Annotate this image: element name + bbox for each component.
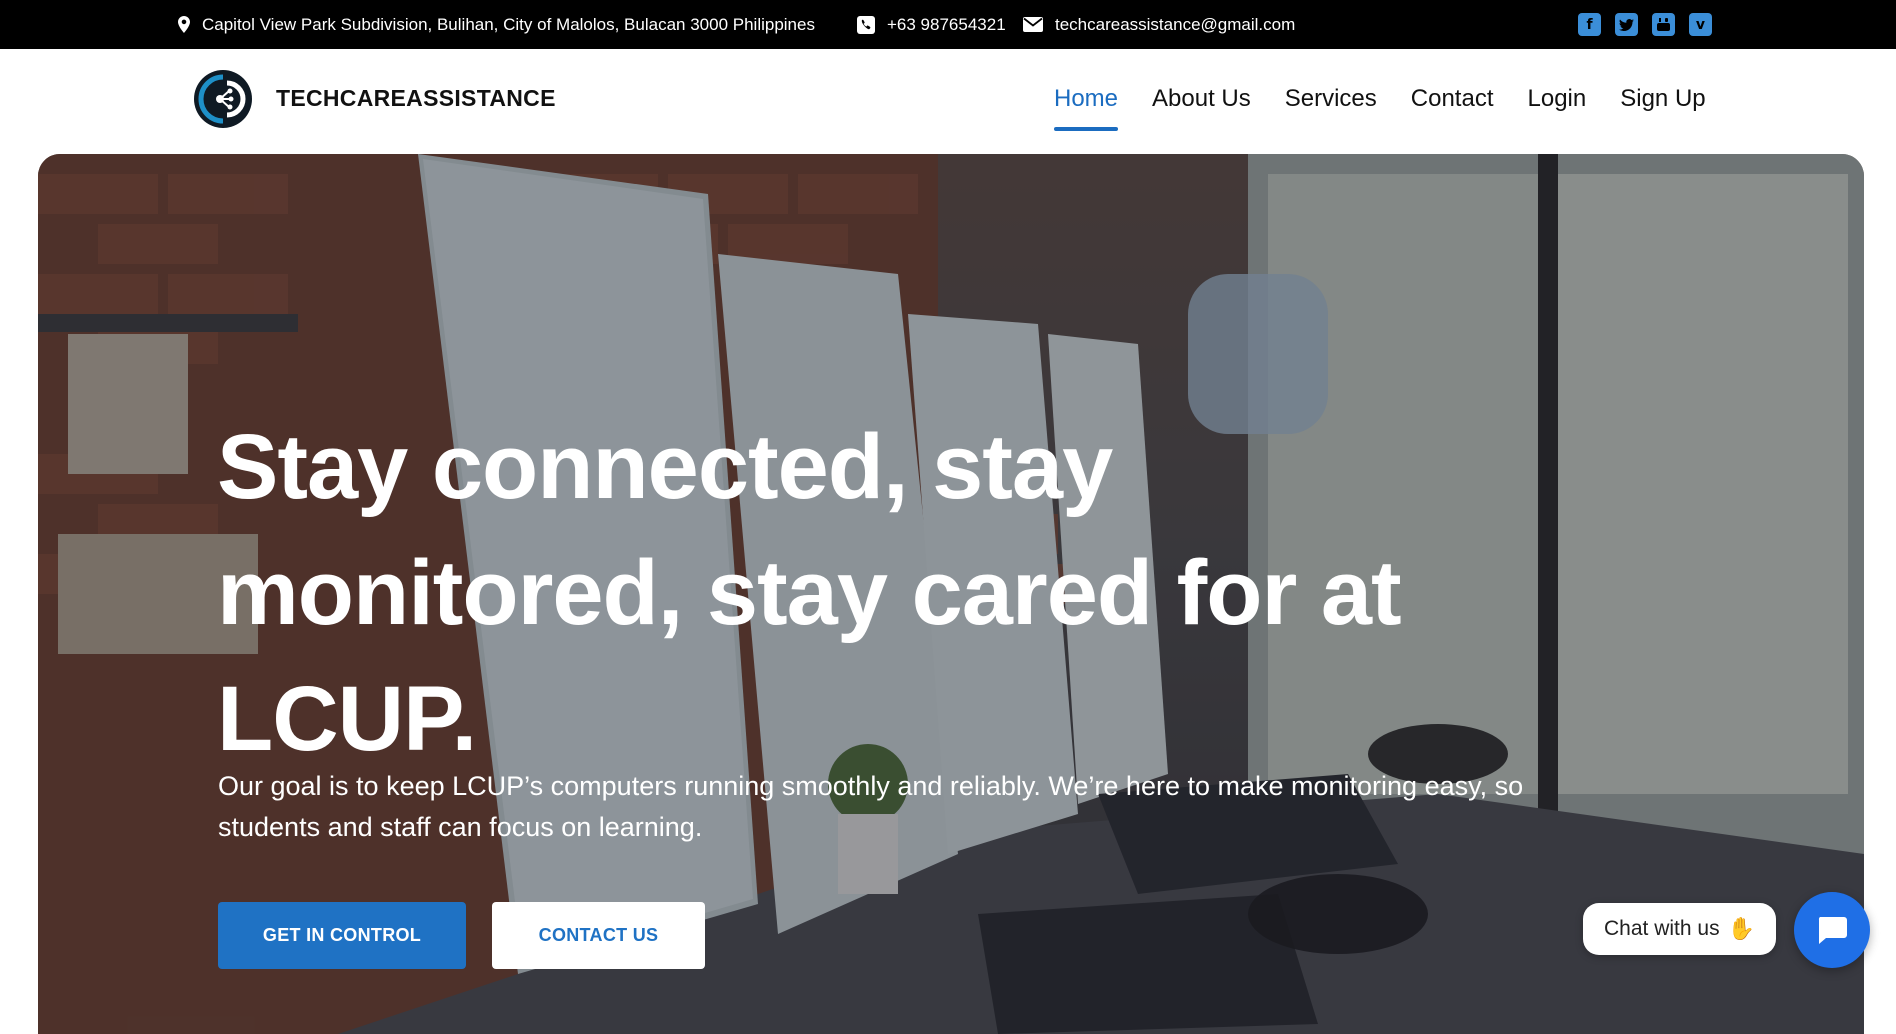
- phone-text: +63 987654321: [887, 14, 1006, 34]
- site-header: TECHCAREASSISTANCE Home About Us Service…: [0, 49, 1896, 154]
- address: Capitol View Park Subdivision, Bulihan, …: [178, 0, 815, 49]
- email[interactable]: techcareassistance@gmail.com: [1023, 0, 1295, 49]
- hero-title: Stay connected, stay monitored, stay car…: [217, 416, 1402, 770]
- chat-icon: [1818, 917, 1847, 944]
- phone-icon: [857, 15, 875, 34]
- top-info-bar: Capitol View Park Subdivision, Bulihan, …: [0, 0, 1896, 49]
- main-nav: Home About Us Services Contact Login Sig…: [1054, 85, 1740, 131]
- twitter-icon[interactable]: [1615, 13, 1638, 36]
- vimeo-icon[interactable]: v: [1689, 13, 1712, 36]
- facebook-icon[interactable]: f: [1578, 13, 1601, 36]
- envelope-icon: [1023, 17, 1043, 32]
- chat-invite-label: Chat with us: [1604, 917, 1720, 940]
- chat-launcher-button[interactable]: [1794, 892, 1870, 968]
- get-in-control-button[interactable]: GET IN CONTROL: [218, 902, 466, 969]
- waving-hand-icon: ✋: [1727, 916, 1755, 942]
- youtube-icon[interactable]: [1652, 13, 1675, 36]
- nav-home[interactable]: Home: [1054, 85, 1119, 131]
- nav-login[interactable]: Login: [1528, 85, 1587, 131]
- nav-services[interactable]: Services: [1285, 85, 1377, 131]
- hero-subtitle: Our goal is to keep LCUP’s computers run…: [218, 771, 1524, 842]
- brand-name[interactable]: TECHCAREASSISTANCE: [276, 85, 556, 112]
- social-links: f v: [1578, 13, 1712, 36]
- email-text: techcareassistance@gmail.com: [1055, 14, 1296, 34]
- phone[interactable]: +63 987654321: [857, 0, 1006, 49]
- hero-section: Stay connected, stay monitored, stay car…: [38, 154, 1864, 1034]
- techcare-logo[interactable]: [193, 69, 253, 129]
- nav-sign-up[interactable]: Sign Up: [1620, 85, 1705, 131]
- map-pin-icon: [178, 16, 190, 33]
- nav-contact[interactable]: Contact: [1411, 85, 1494, 131]
- chat-invite-bubble[interactable]: Chat with us ✋: [1583, 903, 1776, 955]
- address-text: Capitol View Park Subdivision, Bulihan, …: [202, 14, 815, 34]
- contact-us-button[interactable]: CONTACT US: [492, 902, 705, 969]
- nav-about-us[interactable]: About Us: [1152, 85, 1251, 131]
